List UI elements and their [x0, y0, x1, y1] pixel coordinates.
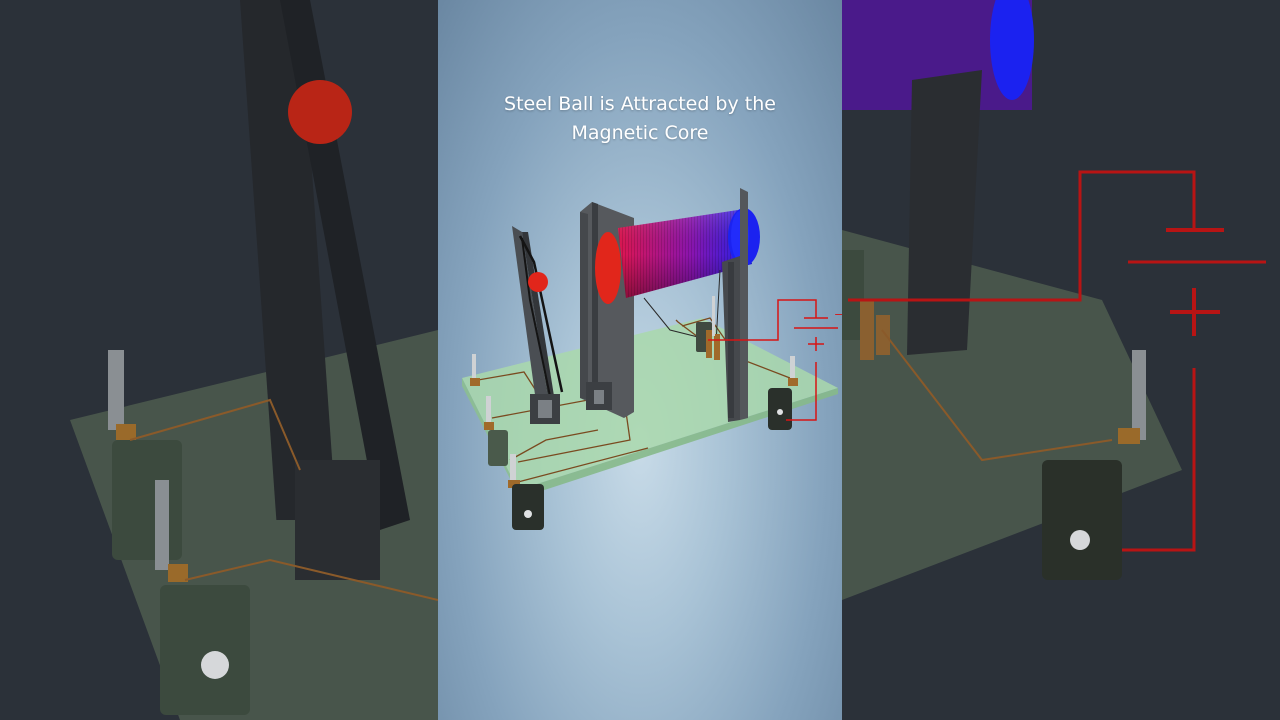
video-frame: − Steel Ball is Attracted by the Magneti…	[438, 0, 842, 720]
steel-ball	[528, 272, 548, 292]
right-background-blur	[842, 0, 1280, 720]
terminal-block-front	[512, 484, 544, 530]
left-background-blur	[0, 0, 438, 720]
battery-minus-label: −	[834, 308, 842, 321]
caption-line-1: Steel Ball is Attracted by the	[504, 93, 776, 115]
caption-line-2: Magnetic Core	[571, 122, 709, 144]
caption: Steel Ball is Attracted by the Magnetic …	[438, 90, 842, 148]
magnet-frame-right	[740, 188, 748, 420]
magnet-core-face	[595, 232, 621, 304]
